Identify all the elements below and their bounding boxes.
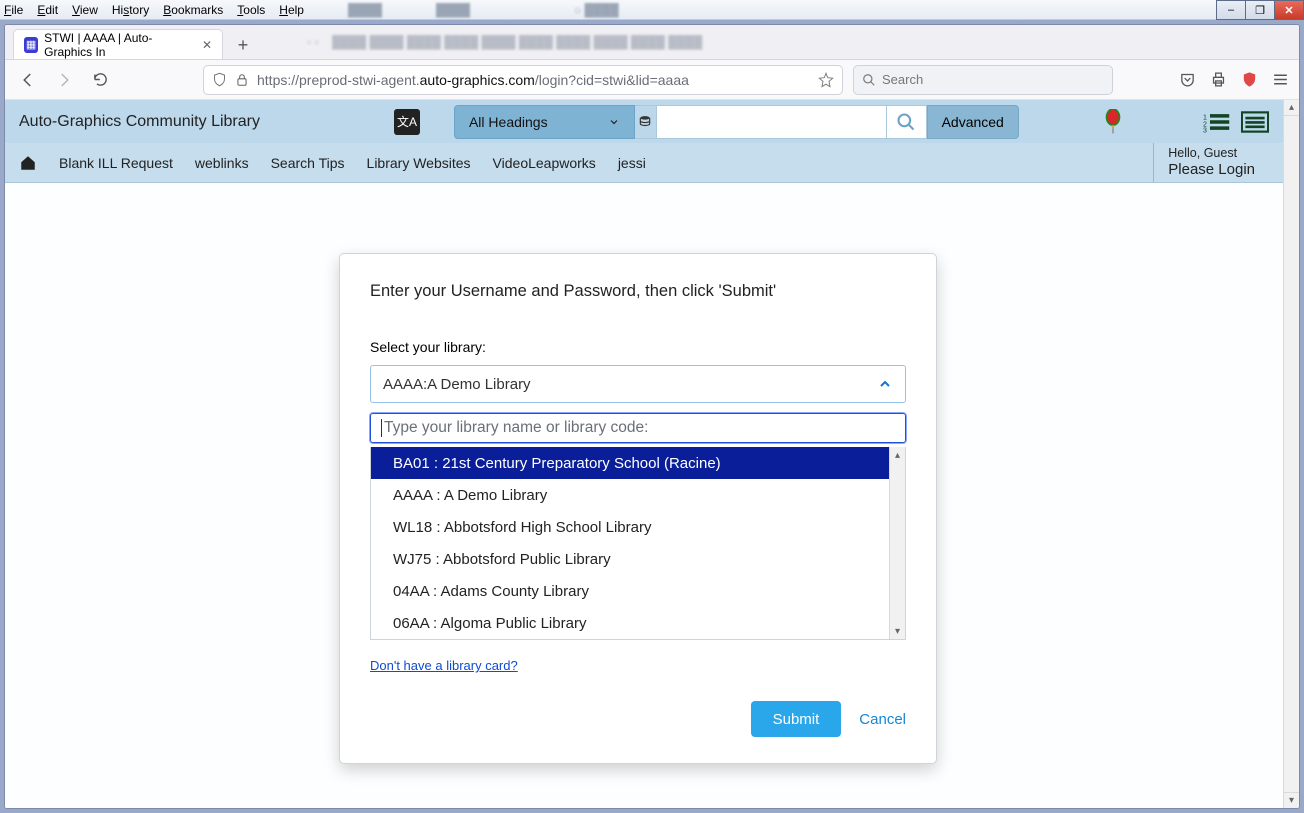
svg-text:1: 1: [1203, 114, 1207, 121]
library-select[interactable]: AAAA:A Demo Library: [370, 365, 906, 403]
menu-bookmarks[interactable]: Bookmarks: [163, 3, 223, 17]
filter-placeholder: Type your library name or library code:: [384, 419, 648, 437]
search-icon: [862, 73, 876, 87]
tab-title: STWI | AAAA | Auto-Graphics In: [44, 31, 194, 59]
menu-view[interactable]: View: [72, 3, 98, 17]
login-dialog: Enter your Username and Password, then c…: [339, 253, 937, 764]
window-minimize-button[interactable]: –: [1216, 0, 1246, 20]
home-icon[interactable]: [19, 154, 37, 172]
greeting-text: Hello, Guest: [1168, 146, 1255, 161]
advanced-search-button[interactable]: Advanced: [927, 105, 1019, 139]
menu-tools[interactable]: Tools: [237, 3, 265, 17]
page-viewport: Auto-Graphics Community Library 文A All H…: [5, 100, 1283, 808]
user-panel[interactable]: Hello, Guest Please Login: [1153, 143, 1269, 182]
library-filter-input[interactable]: Type your library name or library code:: [370, 413, 906, 443]
catalog-search-button[interactable]: [887, 105, 927, 139]
browser-window: ▦ STWI | AAAA | Auto-Graphics In ✕ + ▫ ▫…: [4, 24, 1300, 809]
app-menu-icon[interactable]: [1272, 71, 1289, 88]
library-option[interactable]: WJ75 : Abbotsford Public Library: [371, 543, 905, 575]
tab-close-icon[interactable]: ✕: [202, 38, 212, 52]
scroll-up-icon[interactable]: ▴: [1284, 100, 1299, 116]
window-close-button[interactable]: ✕: [1274, 0, 1304, 20]
nav-libsites[interactable]: Library Websites: [367, 155, 471, 171]
library-select-value: AAAA:A Demo Library: [383, 376, 531, 393]
catalog-search-input[interactable]: [657, 105, 887, 139]
no-card-link[interactable]: Don't have a library card?: [370, 658, 518, 673]
search-scope-dropdown[interactable]: All Headings: [454, 105, 635, 139]
nav-forward-button[interactable]: [51, 67, 77, 93]
menu-help[interactable]: Help: [279, 3, 304, 17]
site-nav: Blank ILL Request weblinks Search Tips L…: [5, 143, 1283, 183]
chevron-down-icon: [608, 116, 620, 128]
scroll-down-icon[interactable]: ▾: [1284, 792, 1299, 808]
login-link[interactable]: Please Login: [1168, 161, 1255, 179]
print-icon[interactable]: [1210, 71, 1227, 88]
nav-weblinks[interactable]: weblinks: [195, 155, 249, 171]
url-text: https://preprod-stwi-agent.auto-graphics…: [257, 72, 689, 88]
browser-toolbar: https://preprod-stwi-agent.auto-graphics…: [5, 60, 1299, 100]
translate-icon[interactable]: 文A: [394, 109, 420, 135]
menu-file[interactable]: File: [4, 3, 23, 17]
database-icon[interactable]: [635, 105, 657, 139]
pocket-icon[interactable]: [1179, 71, 1196, 88]
dialog-title: Enter your Username and Password, then c…: [370, 282, 906, 301]
browser-search-box[interactable]: Search: [853, 65, 1113, 95]
submit-button[interactable]: Submit: [751, 701, 842, 737]
address-bar[interactable]: https://preprod-stwi-agent.auto-graphics…: [203, 65, 843, 95]
nav-back-button[interactable]: [15, 67, 41, 93]
ext-shield-icon[interactable]: [1241, 71, 1258, 88]
nav-jessi[interactable]: jessi: [618, 155, 646, 171]
library-option[interactable]: WL18 : Abbotsford High School Library: [371, 511, 905, 543]
bookmark-star-icon[interactable]: [818, 72, 834, 88]
nav-videoleap[interactable]: VideoLeapworks: [493, 155, 596, 171]
menu-edit[interactable]: Edit: [37, 3, 58, 17]
lock-icon: [235, 73, 249, 87]
nav-reload-button[interactable]: [87, 67, 113, 93]
list-scrollbar[interactable]: ▴ ▾: [889, 447, 905, 639]
library-option-list: BA01 : 21st Century Preparatory School (…: [370, 447, 906, 640]
balloon-icon[interactable]: [1103, 109, 1123, 135]
svg-text:3: 3: [1203, 127, 1207, 134]
select-library-label: Select your library:: [370, 339, 906, 355]
cancel-button[interactable]: Cancel: [859, 711, 906, 728]
nav-blank-ill[interactable]: Blank ILL Request: [59, 155, 173, 171]
shield-icon: [212, 72, 227, 87]
library-option[interactable]: AAAA : A Demo Library: [371, 479, 905, 511]
menu-history[interactable]: History: [112, 3, 149, 17]
detail-list-icon[interactable]: [1241, 110, 1269, 134]
search-icon: [896, 112, 916, 132]
library-option[interactable]: 04AA : Adams County Library: [371, 575, 905, 607]
scroll-down-icon[interactable]: ▾: [890, 623, 905, 639]
browser-tab-active[interactable]: ▦ STWI | AAAA | Auto-Graphics In ✕: [13, 29, 223, 59]
favicon-icon: ▦: [24, 37, 38, 53]
chevron-up-icon: [877, 376, 893, 392]
library-option[interactable]: BA01 : 21st Century Preparatory School (…: [371, 447, 905, 479]
page-scrollbar[interactable]: ▴ ▾: [1283, 100, 1299, 808]
scroll-up-icon[interactable]: ▴: [890, 447, 905, 463]
browser-tabbar: ▦ STWI | AAAA | Auto-Graphics In ✕ + ▫ ▫…: [5, 25, 1299, 60]
nav-searchtips[interactable]: Search Tips: [271, 155, 345, 171]
window-maximize-button[interactable]: ❐: [1245, 0, 1275, 20]
library-option[interactable]: 06AA : Algoma Public Library: [371, 607, 905, 639]
os-menubar: File Edit View History Bookmarks Tools H…: [0, 0, 1304, 20]
site-header: Auto-Graphics Community Library 文A All H…: [5, 100, 1283, 143]
new-tab-button[interactable]: +: [229, 31, 257, 59]
search-placeholder: Search: [882, 72, 923, 87]
numbered-list-icon[interactable]: 123: [1203, 110, 1231, 134]
site-brand[interactable]: Auto-Graphics Community Library: [19, 113, 260, 131]
